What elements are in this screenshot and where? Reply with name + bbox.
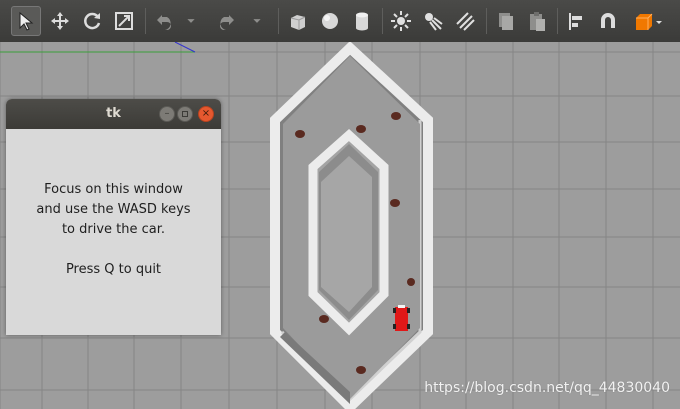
- obstacle: [319, 315, 329, 323]
- align-button[interactable]: [561, 6, 591, 36]
- toolbar-separator: [382, 8, 383, 34]
- maximize-icon: [182, 111, 188, 117]
- scale-tool-button[interactable]: [109, 6, 139, 36]
- watermark-text: https://blog.csdn.net/qq_44830040: [424, 380, 670, 396]
- instruction-line: to drive the car.: [61, 222, 166, 237]
- sphere-shape-button[interactable]: [315, 6, 345, 36]
- point-light-button[interactable]: [386, 6, 416, 36]
- box-shape-button[interactable]: [283, 6, 313, 36]
- scale-icon: [115, 12, 133, 30]
- redo-dropdown[interactable]: [247, 6, 267, 36]
- translate-tool-button[interactable]: [45, 6, 75, 36]
- redo-icon: [220, 15, 234, 30]
- cylinder-shape-icon: [356, 12, 368, 31]
- copy-button[interactable]: [490, 6, 520, 36]
- maximize-button[interactable]: [177, 106, 193, 122]
- select-arrow-icon: [19, 11, 34, 31]
- close-icon: ×: [201, 108, 211, 119]
- snap-button[interactable]: [593, 6, 623, 36]
- translate-icon: [51, 12, 69, 30]
- obstacle: [356, 366, 366, 374]
- undo-button[interactable]: [150, 6, 180, 36]
- redo-button[interactable]: [211, 6, 241, 36]
- toolbar-separator: [145, 8, 146, 34]
- cylinder-shape-button[interactable]: [347, 6, 377, 36]
- select-tool-button[interactable]: [11, 6, 41, 36]
- undo-dropdown[interactable]: [181, 6, 201, 36]
- undo-icon: [157, 15, 171, 30]
- obstacle: [391, 112, 401, 120]
- red-car[interactable]: [393, 305, 410, 331]
- change-view-icon: [636, 13, 662, 30]
- redo-dropdown-icon: [253, 19, 261, 23]
- tk-window[interactable]: tk – × Focus on this window and use the …: [6, 99, 221, 335]
- rotate-tool-button[interactable]: [77, 6, 107, 36]
- close-button[interactable]: ×: [198, 106, 214, 122]
- instruction-line: and use the WASD keys: [36, 202, 191, 217]
- minimize-icon: –: [164, 108, 170, 119]
- spot-light-button[interactable]: [418, 6, 448, 36]
- quit-instruction-line: Press Q to quit: [65, 262, 162, 277]
- minimize-button[interactable]: –: [159, 106, 175, 122]
- instruction-line: Focus on this window: [44, 182, 183, 197]
- obstacle: [390, 199, 400, 207]
- toolbar: [0, 0, 680, 43]
- sphere-shape-icon: [322, 13, 338, 29]
- paste-icon: [530, 12, 545, 31]
- toolbar-separator: [486, 8, 487, 34]
- rotate-icon: [84, 12, 101, 30]
- align-icon: [569, 13, 582, 30]
- obstacle: [295, 130, 305, 138]
- toolbar-separator: [278, 8, 279, 34]
- spot-light-icon: [425, 13, 443, 31]
- box-shape-icon: [290, 15, 306, 30]
- change-view-button[interactable]: [630, 6, 666, 36]
- directional-light-button[interactable]: [450, 6, 480, 36]
- tk-title-bar[interactable]: tk – ×: [6, 99, 221, 129]
- copy-icon: [499, 13, 513, 30]
- directional-light-icon: [456, 12, 475, 31]
- tk-window-body: Focus on this window and use the WASD ke…: [6, 129, 221, 335]
- toolbar-separator: [557, 8, 558, 34]
- obstacle: [356, 125, 366, 133]
- obstacle: [407, 278, 415, 286]
- point-light-icon: [391, 11, 411, 31]
- undo-dropdown-icon: [187, 19, 195, 23]
- snap-magnet-icon: [601, 13, 615, 28]
- paste-button[interactable]: [522, 6, 552, 36]
- inner-track-wall: [308, 128, 389, 336]
